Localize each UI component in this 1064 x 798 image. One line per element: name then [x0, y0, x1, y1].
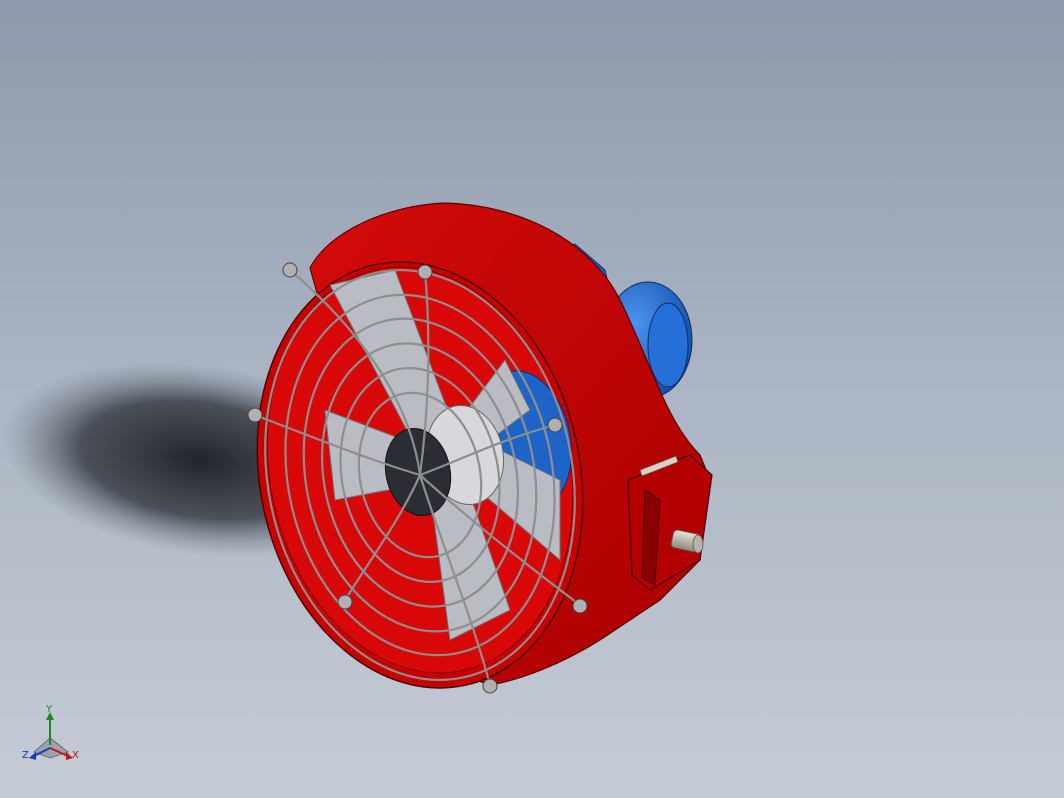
mount-lug — [482, 678, 498, 694]
triad-x-label: X — [72, 750, 79, 761]
shaft-end — [692, 534, 704, 554]
mount-lug — [282, 262, 298, 278]
mount-lug — [417, 264, 433, 280]
triad-z-arrow-icon — [29, 752, 36, 760]
model-canvas[interactable] — [0, 0, 1064, 798]
triad-y-label: Y — [46, 704, 53, 715]
mount-lug — [337, 594, 353, 610]
mount-lug — [247, 407, 263, 423]
mount-lug — [547, 417, 563, 433]
mount-lug — [572, 598, 588, 614]
triad-z-label: Z — [22, 750, 29, 761]
bracket-plate — [627, 454, 713, 591]
orientation-triad[interactable] — [29, 712, 73, 760]
mounting-bracket[interactable] — [627, 454, 713, 591]
motor-end-cap — [647, 302, 689, 388]
cad-viewport[interactable]: Y X Z — [0, 0, 1064, 798]
